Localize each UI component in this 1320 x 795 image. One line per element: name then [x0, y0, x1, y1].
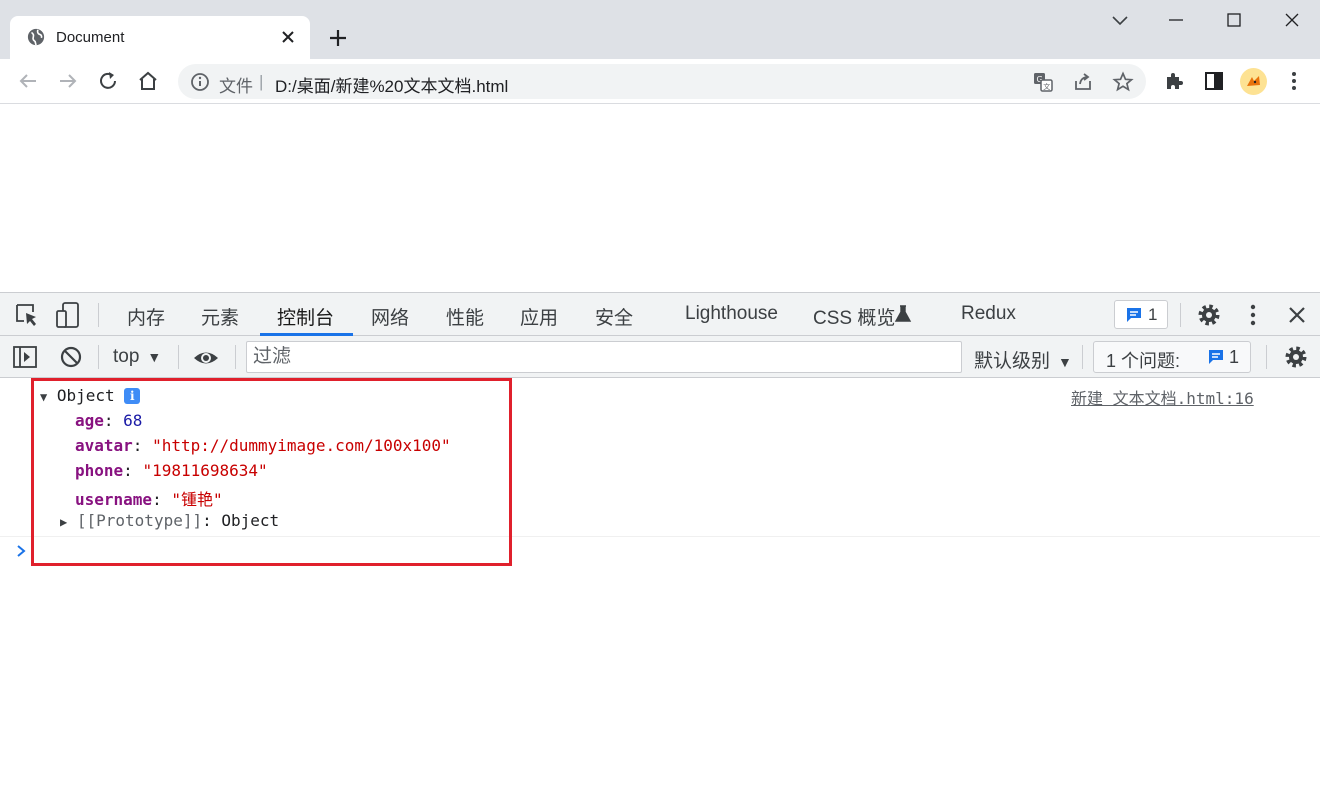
share-icon[interactable] — [1072, 71, 1094, 93]
tab-search-chevron-down-icon[interactable] — [1108, 8, 1132, 32]
close-window-icon[interactable] — [1280, 8, 1304, 32]
reload-icon[interactable] — [96, 69, 120, 93]
context-selector[interactable]: top ▼ — [113, 346, 161, 368]
dropdown-triangle-icon: ▼ — [147, 349, 162, 365]
message-icon — [1209, 350, 1223, 364]
translate-icon[interactable]: G 文 — [1032, 71, 1054, 93]
tab-title: Document — [56, 29, 125, 46]
tab-console[interactable]: 控制台 — [277, 303, 334, 330]
tab-application[interactable]: 应用 — [520, 303, 558, 330]
page-viewport[interactable] — [0, 104, 1320, 292]
dropdown-triangle-icon: ▼ — [1058, 354, 1072, 370]
issues-count: 1 — [1148, 305, 1158, 324]
console-toolbar: top ▼ 默认级别 ▼ 1 个问题: 1 — [0, 336, 1320, 378]
devtools-panel: 内存 元素 控制台 网络 性能 应用 安全 Lighthouse CSS 概览 … — [0, 292, 1320, 795]
new-tab-icon[interactable] — [326, 26, 350, 50]
devtools-tab-bar: 内存 元素 控制台 网络 性能 应用 安全 Lighthouse CSS 概览 … — [0, 293, 1320, 336]
bookmark-star-icon[interactable] — [1112, 71, 1134, 93]
browser-tab[interactable]: Document — [10, 16, 310, 59]
scheme-label: 文件 — [219, 77, 253, 96]
url-text[interactable]: D:/桌面/新建%20文本文档.html — [275, 72, 508, 97]
toolbar-divider — [98, 345, 99, 369]
extensions-puzzle-icon[interactable] — [1162, 69, 1186, 93]
show-sidebar-icon[interactable] — [12, 344, 38, 370]
console-filter[interactable] — [246, 341, 962, 373]
toolbar-divider — [1180, 303, 1181, 327]
console-settings-gear-icon[interactable] — [1283, 344, 1309, 370]
tab-redux[interactable]: Redux — [961, 303, 1016, 325]
back-arrow-icon[interactable] — [16, 69, 40, 93]
tab-css-overview[interactable]: CSS 概览 — [813, 303, 895, 330]
toolbar-divider — [1266, 345, 1267, 369]
source-link[interactable]: 新建 文本文档.html:16 — [1071, 385, 1254, 409]
devtools-menu-icon[interactable] — [1240, 302, 1266, 328]
tab-elements[interactable]: 元素 — [201, 303, 239, 330]
live-expression-eye-icon[interactable] — [193, 345, 219, 371]
tab-security[interactable]: 安全 — [595, 303, 633, 330]
toolbar-divider — [98, 303, 99, 327]
message-icon — [1127, 308, 1141, 322]
forward-arrow-icon[interactable] — [56, 69, 80, 93]
inspect-element-icon[interactable] — [14, 302, 40, 328]
toolbar-divider — [178, 345, 179, 369]
device-toolbar-icon[interactable] — [55, 302, 81, 328]
tab-lighthouse[interactable]: Lighthouse — [685, 303, 778, 325]
context-label: top — [113, 346, 140, 367]
side-panel-icon[interactable] — [1202, 69, 1226, 93]
issues-count: 1 — [1229, 347, 1240, 367]
experimental-flask-icon — [894, 305, 912, 322]
minimize-icon[interactable] — [1164, 8, 1188, 32]
maximize-icon[interactable] — [1222, 8, 1246, 32]
globe-icon — [27, 28, 45, 46]
tab-network[interactable]: 网络 — [371, 303, 409, 330]
browser-toolbar: 文件 | D:/桌面/新建%20文本文档.html G 文 — [0, 59, 1320, 104]
console-prompt-chevron-icon — [17, 545, 26, 557]
profile-avatar[interactable] — [1240, 68, 1267, 95]
log-levels-dropdown[interactable]: 默认级别 ▼ — [974, 346, 1072, 373]
svg-text:文: 文 — [1043, 82, 1050, 91]
tab-strip: Document — [0, 0, 1320, 59]
scheme-separator: | — [259, 72, 264, 91]
tab-memory[interactable]: 内存 — [127, 303, 165, 330]
issues-label: 1 个问题: — [1106, 351, 1181, 371]
info-icon[interactable] — [190, 72, 210, 92]
clear-console-icon[interactable] — [58, 344, 84, 370]
toolbar-divider — [1082, 345, 1083, 369]
console-issues-button[interactable]: 1 个问题: 1 — [1093, 341, 1251, 373]
log-levels-label: 默认级别 — [974, 351, 1051, 372]
home-icon[interactable] — [136, 69, 160, 93]
settings-gear-icon[interactable] — [1196, 302, 1222, 328]
tab-performance[interactable]: 性能 — [446, 303, 484, 330]
console-output: ▼ Object i 新建 文本文档.html:16 age: 68 avata… — [0, 378, 1320, 795]
close-tab-icon[interactable] — [278, 27, 298, 47]
filter-input[interactable] — [247, 342, 961, 372]
toolbar-divider — [235, 345, 236, 369]
highlight-box — [31, 378, 512, 566]
issues-counter-button[interactable]: 1 — [1114, 300, 1168, 329]
fox-avatar-icon — [1247, 76, 1260, 86]
close-devtools-icon[interactable] — [1284, 302, 1310, 328]
address-bar[interactable]: 文件 | D:/桌面/新建%20文本文档.html G 文 — [178, 64, 1146, 99]
browser-menu-icon[interactable] — [1282, 69, 1306, 93]
